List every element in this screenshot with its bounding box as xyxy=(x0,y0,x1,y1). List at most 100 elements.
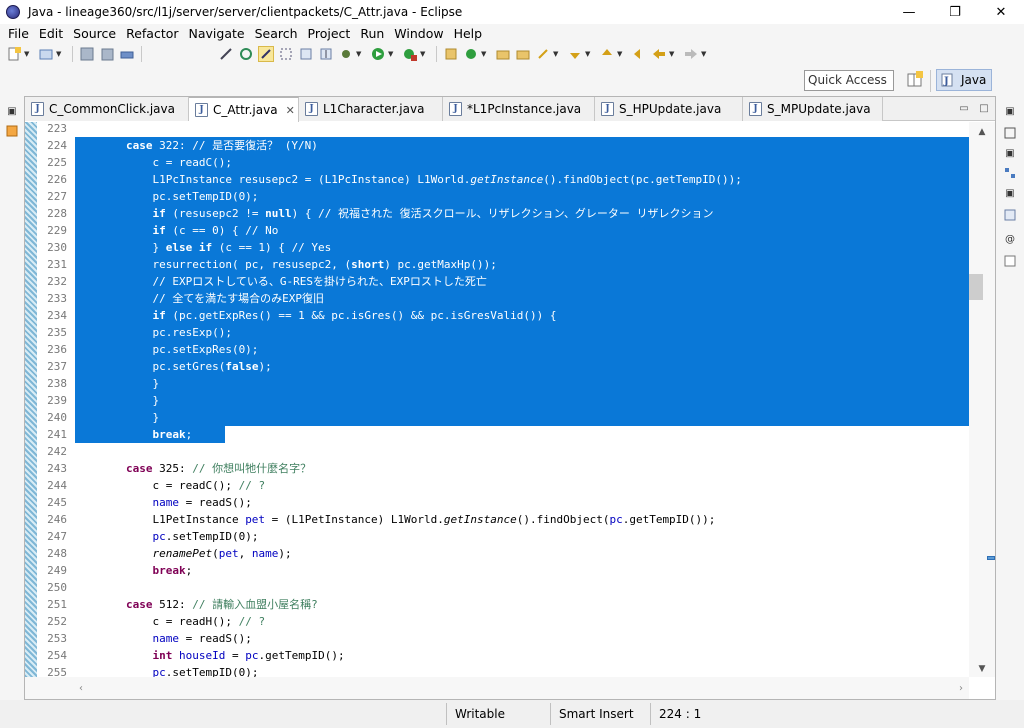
code-line[interactable]: 227 pc.setTempID(0); xyxy=(37,188,969,205)
menu-search[interactable]: Search xyxy=(250,26,303,41)
previous-annotation-dropdown-icon[interactable]: ▼ xyxy=(617,50,625,58)
code-line[interactable]: 231 resurrection( pc, resusepc2, (short)… xyxy=(37,256,969,273)
show-whitespace-icon[interactable] xyxy=(298,46,314,62)
code-line[interactable]: 224 case 322: // 是否要復活？ (Y/N) xyxy=(37,137,969,154)
menu-source[interactable]: Source xyxy=(68,26,121,41)
toggle-breakpoint-icon[interactable] xyxy=(218,46,234,62)
code-line[interactable]: 250 xyxy=(37,579,969,596)
save-icon[interactable] xyxy=(79,46,95,62)
menu-window[interactable]: Window xyxy=(389,26,448,41)
previous-annotation-icon[interactable] xyxy=(599,46,615,62)
menu-edit[interactable]: Edit xyxy=(34,26,68,41)
code-line[interactable]: 239 } xyxy=(37,392,969,409)
close-tab-icon[interactable]: ✕ xyxy=(286,104,295,117)
scroll-up-icon[interactable]: ▲ xyxy=(976,126,988,138)
forward-icon[interactable] xyxy=(683,46,699,62)
javadoc-icon[interactable]: @ xyxy=(1003,232,1017,246)
tab-l1pcinstance[interactable]: J *L1PcInstance.java xyxy=(443,97,595,121)
run-icon[interactable] xyxy=(370,46,386,62)
code-line[interactable]: 228 if (resusepc2 != null) { // 祝福された 復活… xyxy=(37,205,969,222)
declaration-icon[interactable] xyxy=(1003,254,1017,268)
open-perspective-icon[interactable] xyxy=(906,71,924,89)
menu-run[interactable]: Run xyxy=(355,26,389,41)
code-line[interactable]: 247 pc.setTempID(0); xyxy=(37,528,969,545)
new-java-class-icon[interactable] xyxy=(463,46,479,62)
code-line[interactable]: 254 int houseId = pc.getTempID(); xyxy=(37,647,969,664)
menu-navigate[interactable]: Navigate xyxy=(184,26,250,41)
minimize-editor-icon[interactable]: ▭ xyxy=(957,101,971,115)
code-line[interactable]: 232 // EXPロストしている、G-RESを掛けられた、EXPロストした死亡 xyxy=(37,273,969,290)
horizontal-scrollbar[interactable]: ‹ › xyxy=(25,677,969,699)
menu-file[interactable]: File xyxy=(3,26,34,41)
vertical-scrollbar[interactable]: ▲ ▼ xyxy=(969,122,995,677)
search-icon[interactable] xyxy=(535,46,551,62)
code-line[interactable]: 235 pc.resExp(); xyxy=(37,324,969,341)
tab-c-attr[interactable]: J C_Attr.java ✕ xyxy=(189,97,299,122)
code-line[interactable]: 243 case 325: // 你想叫牠什麼名字？ xyxy=(37,460,969,477)
code-line[interactable]: 246 L1PetInstance pet = (L1PetInstance) … xyxy=(37,511,969,528)
code-line[interactable]: 238 } xyxy=(37,375,969,392)
code-line[interactable]: 241 break; xyxy=(37,426,969,443)
last-edit-location-icon[interactable] xyxy=(631,46,647,62)
code-line[interactable]: 253 name = readS(); xyxy=(37,630,969,647)
back-dropdown-icon[interactable]: ▼ xyxy=(669,50,677,58)
code-line[interactable]: 244 c = readC(); // ? xyxy=(37,477,969,494)
scroll-down-icon[interactable]: ▼ xyxy=(976,663,988,675)
print-icon[interactable] xyxy=(119,46,135,62)
code-line[interactable]: 233 // 全てを満たす場合のみEXP復旧 xyxy=(37,290,969,307)
tab-c-commonclick[interactable]: J C_CommonClick.java xyxy=(25,97,189,121)
code-line[interactable]: 225 c = readC(); xyxy=(37,154,969,171)
open-type-icon[interactable] xyxy=(495,46,511,62)
external-tools-icon[interactable] xyxy=(402,46,418,62)
tab-s-mpupdate[interactable]: J S_MPUpdate.java xyxy=(743,97,883,121)
search-dropdown-icon[interactable]: ▼ xyxy=(553,50,561,58)
maximize-button[interactable]: ❐ xyxy=(932,0,978,24)
new-project-dropdown-icon[interactable]: ▼ xyxy=(56,50,64,58)
highlight-icon[interactable] xyxy=(258,46,274,62)
open-task-icon[interactable] xyxy=(515,46,531,62)
code-line[interactable]: 229 if (c == 0) { // No xyxy=(37,222,969,239)
close-window-button[interactable]: ✕ xyxy=(978,0,1024,24)
menu-project[interactable]: Project xyxy=(303,26,356,41)
code-line[interactable]: 240 } xyxy=(37,409,969,426)
code-line[interactable]: 234 if (pc.getExpRes() == 1 && pc.isGres… xyxy=(37,307,969,324)
tab-s-hpupdate[interactable]: J S_HPUpdate.java xyxy=(595,97,743,121)
code-line[interactable]: 252 c = readH(); // ? xyxy=(37,613,969,630)
code-line[interactable]: 230 } else if (c == 1) { // Yes xyxy=(37,239,969,256)
restore-icon[interactable]: ▣ xyxy=(5,104,19,118)
scroll-right-icon[interactable]: › xyxy=(955,682,967,694)
new-dropdown-icon[interactable]: ▼ xyxy=(24,50,32,58)
minimized-view-icon[interactable]: ▣ xyxy=(1003,146,1017,160)
code-line[interactable]: 248 renamePet(pet, name); xyxy=(37,545,969,562)
quick-access-input[interactable]: Quick Access xyxy=(804,70,894,91)
scroll-thumb[interactable] xyxy=(969,274,983,300)
code-line[interactable]: 251 case 512: // 請輸入血盟小屋名稱? xyxy=(37,596,969,613)
maximize-editor-icon[interactable]: □ xyxy=(977,101,991,115)
forward-dropdown-icon[interactable]: ▼ xyxy=(701,50,709,58)
code-line[interactable]: 226 L1PcInstance resusepc2 = (L1PcInstan… xyxy=(37,171,969,188)
code-line[interactable]: 242 xyxy=(37,443,969,460)
code-line[interactable]: 237 pc.setGres(false); xyxy=(37,358,969,375)
new-project-icon[interactable] xyxy=(38,46,54,62)
mark-occurrences-icon[interactable] xyxy=(238,46,254,62)
scroll-left-icon[interactable]: ‹ xyxy=(75,682,87,694)
next-annotation-dropdown-icon[interactable]: ▼ xyxy=(585,50,593,58)
menu-refactor[interactable]: Refactor xyxy=(121,26,183,41)
outline-icon[interactable] xyxy=(1003,126,1017,140)
new-class-dropdown-icon[interactable]: ▼ xyxy=(481,50,489,58)
new-java-project-icon[interactable] xyxy=(443,46,459,62)
back-icon[interactable] xyxy=(651,46,667,62)
code-area[interactable]: 223 224 case 322: // 是否要復活？ (Y/N) 225 c = … xyxy=(25,122,969,677)
debug-dropdown-icon[interactable]: ▼ xyxy=(356,50,364,58)
paragraph-icon[interactable] xyxy=(318,46,334,62)
minimize-button[interactable]: — xyxy=(886,0,932,24)
menu-help[interactable]: Help xyxy=(449,26,488,41)
java-perspective-button[interactable]: J Java xyxy=(936,69,992,91)
debug-icon[interactable] xyxy=(338,46,354,62)
code-line[interactable]: 236 pc.setExpRes(0); xyxy=(37,341,969,358)
package-explorer-icon[interactable] xyxy=(5,124,19,138)
code-line[interactable]: 255 pc.setTempID(0); xyxy=(37,664,969,677)
code-line[interactable]: 245 name = readS(); xyxy=(37,494,969,511)
code-line[interactable]: 223 xyxy=(37,122,969,137)
minimized-view-icon[interactable]: ▣ xyxy=(1003,186,1017,200)
